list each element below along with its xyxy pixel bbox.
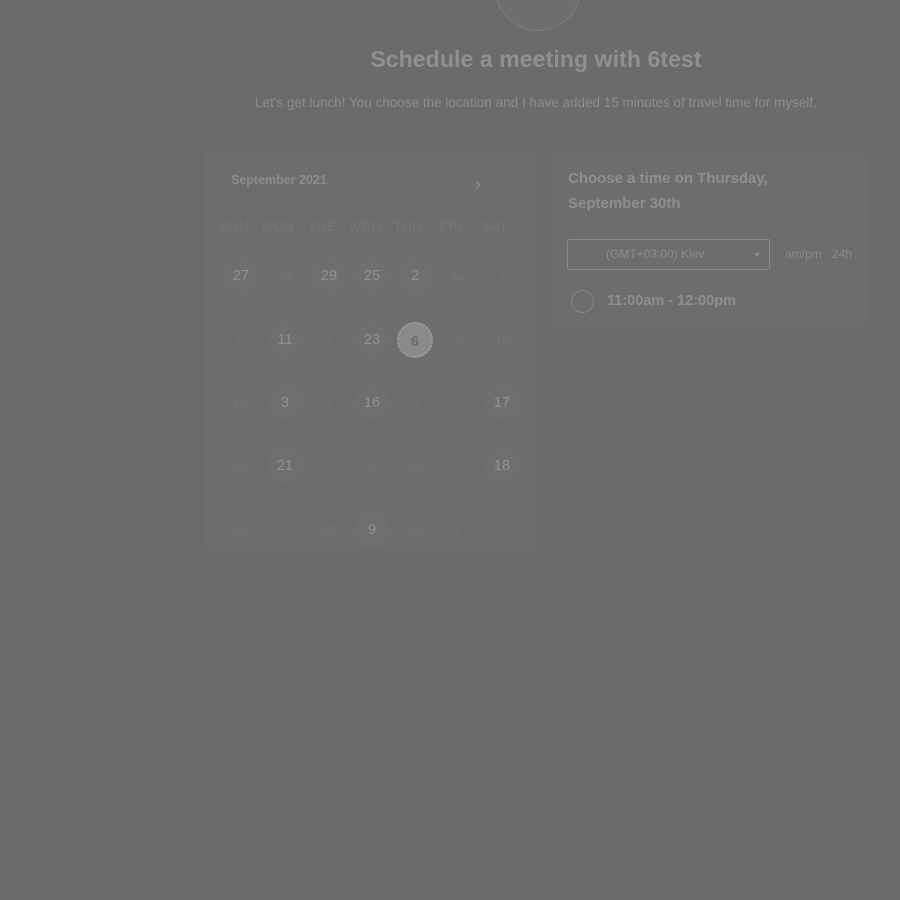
calendar-day[interactable]: 21 (267, 448, 303, 484)
calendar-day: 2 (324, 458, 334, 474)
time-slot-label: 11:00am - 12:00pm (607, 293, 736, 309)
calendar-day[interactable]: 3 (267, 385, 303, 421)
timezone-select[interactable]: (GMT+03:00) Kiev (567, 239, 770, 270)
calendar-day: 5 (453, 458, 463, 474)
calendar-day-selected[interactable]: 6 (397, 322, 433, 358)
calendar-day: 28 (276, 268, 294, 284)
calendar-day: 19 (493, 332, 511, 348)
calendar-day[interactable]: 16 (354, 385, 390, 421)
page-title: Schedule a meeting with 6test (370, 46, 702, 72)
scheduling-page: Schedule a meeting with 6test Let's get … (0, 0, 900, 900)
calendar-day: 12 (232, 395, 250, 411)
weekday-label: MON (261, 219, 295, 234)
calendar-day: 1 (453, 522, 463, 538)
calendar-day: 4 (324, 395, 334, 411)
meeting-description: Let's get lunch! You choose the location… (255, 95, 817, 110)
format-24h-toggle[interactable]: 24h (832, 247, 852, 261)
calendar-day[interactable]: 17 (484, 385, 520, 421)
calendar-day: 7 (453, 395, 463, 411)
chevron-right-icon[interactable]: › (467, 173, 489, 195)
calendar-day[interactable]: 29 (311, 258, 347, 294)
format-ampm-toggle[interactable]: am/pm (785, 247, 822, 261)
avatar (495, 0, 581, 31)
choose-time-title: Choose a time on Thursday, September 30t… (568, 170, 768, 212)
calendar-day: 5 (236, 332, 246, 348)
calendar-day: 19 (232, 458, 250, 474)
weekday-label: SUN (218, 219, 249, 234)
calendar-day: 2 (367, 458, 377, 474)
calendar-day[interactable]: 23 (354, 322, 390, 358)
calendar-day: 5 (410, 395, 420, 411)
calendar-day: 9 (453, 332, 463, 348)
calendar-day: 7 (324, 332, 334, 348)
calendar-day: 12 (449, 268, 467, 284)
calendar-day: 26 (232, 522, 250, 538)
calendar-day: 3 (497, 268, 507, 284)
calendar-day: 30 (406, 522, 424, 538)
calendar-day[interactable]: 18 (484, 448, 520, 484)
calendar-day[interactable]: 27 (223, 258, 259, 294)
timezone-value: (GMT+03:00) Kiev (606, 247, 705, 261)
month-label: September 2021 (231, 173, 327, 187)
weekday-label: FRI (439, 219, 463, 234)
calendar-day: 28 (320, 522, 338, 538)
calendar-day: 7 (280, 522, 290, 538)
weekday-label: SAT (481, 219, 509, 234)
calendar-day[interactable]: 11 (267, 322, 303, 358)
radio-icon[interactable] (571, 290, 594, 313)
calendar-day[interactable]: 9 (354, 512, 390, 548)
calendar-day: 24 (406, 458, 424, 474)
chevron-left-icon[interactable]: ‹ (397, 173, 419, 195)
calendar-day: 2 (497, 522, 507, 538)
calendar-day[interactable]: 25 (354, 258, 390, 294)
calendar-day[interactable]: 2 (397, 258, 433, 294)
caret-down-icon (754, 253, 760, 257)
time-slot[interactable]: 11:00am - 12:00pm (570, 288, 770, 314)
